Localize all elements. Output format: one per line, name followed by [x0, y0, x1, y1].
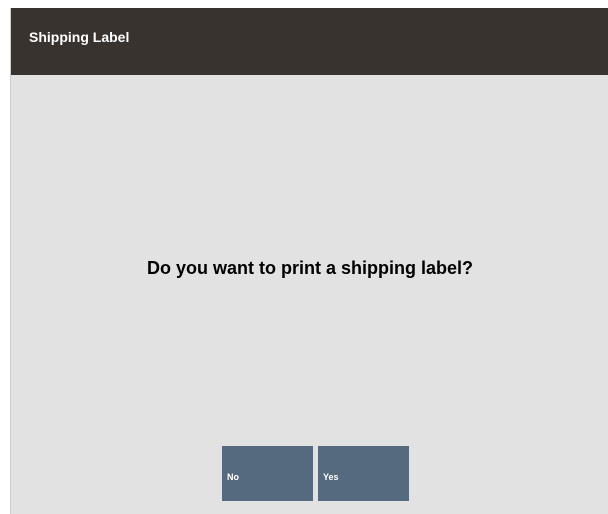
- no-button[interactable]: No: [222, 446, 313, 501]
- title-bar: Shipping Label: [11, 8, 608, 75]
- shipping-label-dialog: Shipping Label Do you want to print a sh…: [10, 8, 608, 514]
- yes-button[interactable]: Yes: [318, 446, 409, 501]
- prompt-message: Do you want to print a shipping label?: [147, 258, 473, 278]
- dialog-title: Shipping Label: [29, 29, 130, 45]
